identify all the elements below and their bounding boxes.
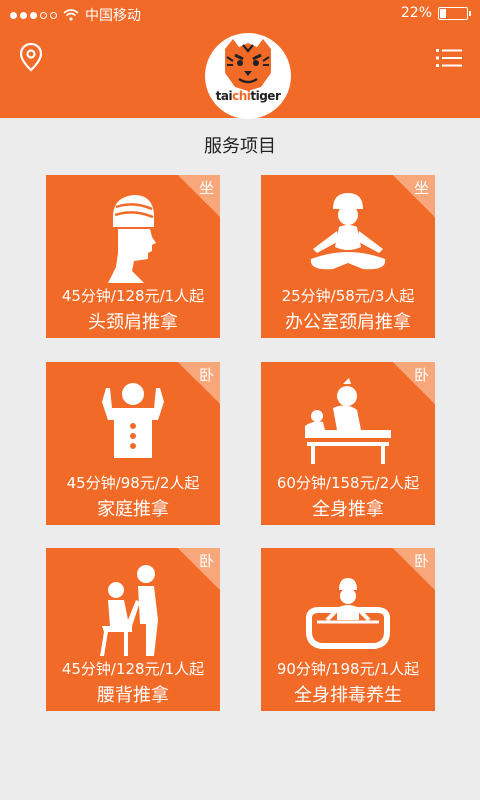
service-info: 25分钟/58元/3人起 xyxy=(281,287,415,305)
tiger-face-icon xyxy=(225,39,271,91)
battery-percent: 22% xyxy=(400,5,432,21)
signal-icon xyxy=(10,11,57,19)
service-card-head-neck[interactable]: 坐 45分钟/128元/1人起 头颈肩推拿 xyxy=(46,175,220,338)
service-name: 头颈肩推拿 xyxy=(88,312,178,333)
logo-text-1: tai xyxy=(215,89,233,103)
seated-massage-icon xyxy=(100,565,158,656)
carrier-label: 中国移动 xyxy=(85,8,141,24)
logo-text-2: chi xyxy=(232,89,251,103)
service-card-home[interactable]: 卧 45分钟/98元/2人起 家庭推拿 xyxy=(46,362,220,525)
posture-tag: 卧 xyxy=(413,366,429,384)
posture-tag: 卧 xyxy=(198,366,214,384)
service-info: 45分钟/98元/2人起 xyxy=(66,474,200,492)
service-name: 全身推拿 xyxy=(312,499,384,520)
spa-bath-icon xyxy=(306,578,390,649)
wifi-icon xyxy=(63,9,79,21)
posture-tag: 卧 xyxy=(198,552,214,570)
posture-tag: 卧 xyxy=(413,552,429,570)
service-name: 全身排毒养生 xyxy=(294,685,402,706)
service-card-back[interactable]: 卧 45分钟/128元/1人起 腰背推拿 xyxy=(46,548,220,711)
service-info: 90分钟/198元/1人起 xyxy=(276,660,420,678)
location-pin-icon[interactable] xyxy=(18,42,44,72)
back-massage-icon xyxy=(102,383,164,458)
service-name: 腰背推拿 xyxy=(97,685,169,706)
posture-tag: 坐 xyxy=(198,179,214,197)
service-card-office[interactable]: 坐 25分钟/58元/3人起 办公室颈肩推拿 xyxy=(261,175,435,338)
app-header: 中国移动 22% taichitiger xyxy=(0,0,480,119)
service-info: 45分钟/128元/1人起 xyxy=(61,660,205,678)
brand-logo: taichitiger xyxy=(205,33,291,119)
service-info: 60分钟/158元/2人起 xyxy=(276,474,420,492)
body-massage-icon xyxy=(305,378,391,464)
status-bar: 中国移动 22% xyxy=(0,0,480,28)
section-title: 服务项目 xyxy=(204,136,276,157)
head-massage-icon xyxy=(108,195,156,283)
posture-tag: 坐 xyxy=(413,179,429,197)
service-card-detox[interactable]: 卧 90分钟/198元/1人起 全身排毒养生 xyxy=(261,548,435,711)
service-name: 家庭推拿 xyxy=(97,499,169,520)
meditation-icon xyxy=(310,193,386,270)
menu-list-icon[interactable] xyxy=(436,48,462,68)
logo-text-3: tiger xyxy=(250,89,281,103)
service-info: 45分钟/128元/1人起 xyxy=(61,287,205,305)
service-card-full-body[interactable]: 卧 60分钟/158元/2人起 全身推拿 xyxy=(261,362,435,525)
service-name: 办公室颈肩推拿 xyxy=(285,312,411,333)
battery-icon xyxy=(438,6,471,20)
